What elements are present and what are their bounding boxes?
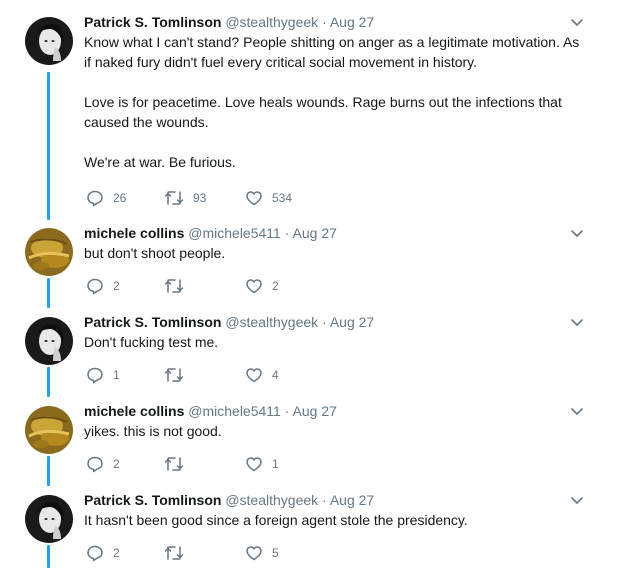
reply-button[interactable]: 1 [86,365,120,385]
like-button[interactable]: 2 [245,276,279,296]
like-button[interactable]: 4 [245,365,279,385]
author-name[interactable]: Patrick S. Tomlinson [84,14,221,30]
tweet-text: but don't shoot people. [84,243,584,263]
retweet-icon [164,191,184,205]
author-name[interactable]: Patrick S. Tomlinson [84,492,221,508]
tweet-actions: 2 5 [84,543,384,563]
author-handle[interactable]: @stealthygeek [225,314,318,330]
thread-connector [47,278,50,308]
tweet-actions: 2 1 [84,454,384,474]
retweet-button[interactable] [164,543,193,563]
separator: · [284,225,290,241]
avatar-patrick[interactable] [25,317,73,365]
like-count: 534 [272,191,293,205]
author-handle[interactable]: @stealthygeek [225,492,318,508]
retweet-button[interactable] [164,276,193,296]
tweet-text: yikes. this is not good. [84,421,584,441]
reply-count: 2 [113,457,120,471]
tweet-date[interactable]: Aug 27 [330,14,374,30]
separator: · [322,14,327,30]
tweet-date[interactable]: Aug 27 [293,225,337,241]
tweet-actions: 1 4 [84,365,384,385]
chevron-down-icon[interactable] [569,314,585,330]
thread-connector [47,456,50,486]
tweet-header: michele collins @michele5411 · Aug 27 [84,401,337,421]
like-icon [246,546,262,561]
chevron-down-icon[interactable] [569,225,585,241]
like-icon [246,279,262,294]
reply-icon [87,190,103,207]
reply-icon [87,456,103,473]
like-icon [246,368,262,383]
thread-connector [47,72,50,220]
like-count: 5 [272,546,279,560]
reply-icon [87,545,103,562]
tweet-date[interactable]: Aug 27 [293,403,337,419]
reply-button[interactable]: 26 [86,188,126,208]
tweet-paragraph: We're at war. Be furious. [84,154,236,170]
retweet-icon [164,279,184,293]
author-handle[interactable]: @stealthygeek [225,14,318,30]
tweet-paragraph: Love is for peacetime. Love heals wounds… [84,94,562,130]
thread-connector [47,367,50,397]
tweet-paragraph: Don't fucking test me. [84,334,219,350]
separator: · [322,314,327,330]
tweet-text: It hasn't been good since a foreign agen… [84,510,584,530]
tweet-paragraph: It hasn't been good since a foreign agen… [84,512,468,528]
tweet-text: Know what I can't stand? People shitting… [84,32,584,172]
chevron-down-icon[interactable] [569,403,585,419]
retweet-count: 93 [193,191,207,205]
reply-button[interactable]: 2 [86,454,120,474]
author-name[interactable]: michele collins [84,403,184,419]
avatar-michele[interactable] [25,228,73,276]
tweet-header: Patrick S. Tomlinson @stealthygeek · Aug… [84,490,374,510]
avatar-patrick[interactable] [25,17,73,65]
tweet-actions: 26 93 534 [84,188,384,208]
reply-count: 26 [113,191,127,205]
tweet-header: michele collins @michele5411 · Aug 27 [84,223,337,243]
thread-connector [47,545,50,568]
avatar-michele[interactable] [25,406,73,454]
tweet-actions: 2 2 [84,276,384,296]
like-icon [246,457,262,472]
author-name[interactable]: Patrick S. Tomlinson [84,314,221,330]
conversation-thread: Patrick S. Tomlinson @stealthygeek · Aug… [0,0,625,568]
like-button[interactable]: 534 [245,188,292,208]
separator: · [322,492,327,508]
tweet-text: Don't fucking test me. [84,332,584,352]
tweet-date[interactable]: Aug 27 [330,492,374,508]
tweet-header: Patrick S. Tomlinson @stealthygeek · Aug… [84,312,374,332]
reply-count: 2 [113,279,120,293]
reply-count: 2 [113,546,120,560]
like-count: 1 [272,457,279,471]
avatar-patrick[interactable] [25,495,73,543]
like-button[interactable]: 1 [245,454,279,474]
tweet-paragraph: Know what I can't stand? People shitting… [84,34,580,70]
tweet-paragraph: but don't shoot people. [84,245,226,261]
retweet-icon [164,368,184,382]
author-handle[interactable]: @michele5411 [188,225,281,241]
tweet-paragraph: yikes. this is not good. [84,423,222,439]
author-handle[interactable]: @michele5411 [188,403,281,419]
like-icon [246,191,262,206]
separator: · [284,403,290,419]
tweet-header: Patrick S. Tomlinson @stealthygeek · Aug… [84,12,374,32]
reply-button[interactable]: 2 [86,276,120,296]
reply-icon [87,278,103,295]
reply-button[interactable]: 2 [86,543,120,563]
chevron-down-icon[interactable] [569,14,585,30]
retweet-icon [164,546,184,560]
retweet-button[interactable]: 93 [164,188,206,208]
reply-count: 1 [113,368,120,382]
retweet-icon [164,457,184,471]
chevron-down-icon[interactable] [569,492,585,508]
reply-icon [87,367,103,384]
tweet-date[interactable]: Aug 27 [330,314,374,330]
like-count: 2 [272,279,279,293]
retweet-button[interactable] [164,365,193,385]
like-count: 4 [272,368,279,382]
author-name[interactable]: michele collins [84,225,184,241]
like-button[interactable]: 5 [245,543,279,563]
retweet-button[interactable] [164,454,193,474]
